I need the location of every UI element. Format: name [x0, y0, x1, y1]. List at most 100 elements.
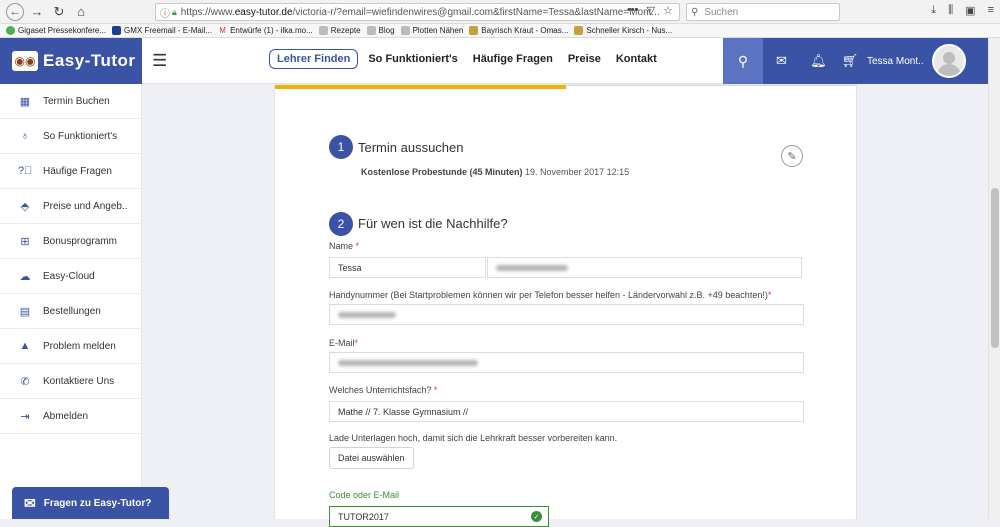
logout-icon: ⇥	[20, 410, 30, 423]
library-icon[interactable]: ⫼	[948, 4, 953, 17]
back-arrow-icon[interactable]: ←	[6, 2, 24, 21]
user-name[interactable]: Tessa Mont..	[867, 56, 924, 67]
lock-icon: 🔒︎	[172, 6, 177, 17]
page-icon	[469, 26, 479, 35]
url-prefix: https://www.	[180, 6, 235, 18]
bookmark-star-icon[interactable]: ☆	[663, 4, 673, 17]
sidebar-item-termin-buchen[interactable]: ▦ Termin Buchen	[0, 84, 141, 119]
name-label: Name *	[329, 241, 360, 251]
subject-input[interactable]: Mathe // 7. Klasse Gymnasium //	[329, 401, 804, 422]
url-rest: /victoria-r/?email=wiefindenwires@gmail.…	[292, 6, 660, 18]
receipt-icon: ▤	[19, 305, 31, 318]
logo[interactable]: ◉◉ Easy-Tutor	[0, 38, 142, 84]
nav-how-it-works[interactable]: So Funktioniert's	[368, 53, 457, 65]
sidebar-item-faq[interactable]: ?⃝ Häufige Fragen	[0, 154, 141, 189]
sidebar: ▦ Termin Buchen ♁ So Funktioniert's ?⃝ Häuf…	[0, 84, 142, 519]
edit-pencil-icon[interactable]: ✎	[781, 145, 803, 167]
bookmarks-bar: Gigaset Pressekonfere... GMX Freemail - …	[0, 24, 1000, 38]
appointment-summary: Kostenlose Probestunde (45 Minuten) 19. …	[361, 167, 630, 177]
gmail-icon: M	[218, 26, 228, 35]
nav-prices[interactable]: Preise	[568, 53, 601, 65]
url-host: easy-tutor.de	[234, 6, 293, 18]
header-actions: ⚲ ✉ 🔔︎ 🛒︎ Tessa Mont..	[723, 38, 1000, 84]
sidebar-toggle-icon[interactable]: ▣	[965, 4, 975, 17]
owl-logo-icon: ◉◉	[12, 51, 38, 71]
email-label: E-Mail*	[329, 338, 359, 348]
upload-label: Lade Unterlagen hoch, damit sich die Leh…	[329, 433, 618, 443]
whatsapp-icon: ✆	[20, 375, 30, 388]
find-tutor-button[interactable]: Lehrer Finden	[269, 49, 359, 69]
bookmark-item[interactable]: Gigaset Pressekonfere...	[6, 26, 106, 35]
bookmark-item[interactable]: Blog	[366, 26, 395, 35]
check-icon: ✓	[531, 511, 542, 522]
info-icon: ⓘ	[160, 8, 170, 20]
gigaset-icon	[6, 26, 15, 35]
step-number: 1	[329, 135, 353, 159]
sidebar-item-logout[interactable]: ⇥ Abmelden	[0, 399, 141, 434]
bookmark-item[interactable]: M Entwürfe (1) - ilka.mo...	[218, 26, 313, 35]
last-name-input[interactable]	[487, 257, 802, 278]
hamburger-menu-icon[interactable]: ☰	[152, 51, 167, 71]
folder-icon	[366, 26, 376, 35]
page-actions-icon[interactable]: •••	[627, 4, 639, 17]
folder-icon	[400, 26, 410, 35]
bookmark-item[interactable]: Bayrisch Kraut - Omas...	[469, 26, 568, 35]
scrollbar-thumb[interactable]	[991, 188, 999, 348]
sidebar-item-how-it-works[interactable]: ♁ So Funktioniert's	[0, 119, 141, 154]
lightbulb-icon: ♁	[20, 130, 30, 142]
url-bar[interactable]: ⓘ 🔒︎ https://www. easy-tutor.de/victoria-…	[155, 3, 680, 21]
avatar[interactable]	[932, 44, 966, 78]
code-input[interactable]: TUTOR2017 ✓	[329, 506, 549, 527]
gmx-icon	[112, 26, 122, 35]
first-name-input[interactable]: Tessa	[329, 257, 486, 278]
calendar-icon: ▦	[19, 95, 31, 108]
search-icon[interactable]: ⚲	[723, 38, 763, 84]
forward-arrow-icon[interactable]: →	[28, 3, 46, 21]
sidebar-item-bonus[interactable]: ⊞ Bonusprogramm	[0, 224, 141, 259]
envelope-icon[interactable]: ✉	[763, 53, 800, 69]
sidebar-item-contact[interactable]: ✆ Kontaktiere Uns	[0, 364, 141, 399]
tag-icon: ⬘	[20, 200, 30, 213]
email-field[interactable]	[329, 352, 804, 373]
home-icon[interactable]: ⌂	[72, 3, 90, 21]
step-number: 2	[329, 212, 353, 236]
nav-contact[interactable]: Kontakt	[616, 53, 657, 65]
bookmark-item[interactable]: GMX Freemail - E-Mail...	[112, 26, 212, 35]
reload-icon[interactable]: ↻	[50, 3, 68, 21]
page-icon	[574, 26, 584, 35]
cart-icon[interactable]: 🛒︎	[837, 53, 863, 69]
step-title: Für wen ist die Nachhilfe?	[358, 216, 508, 231]
search-icon: ⚲	[691, 6, 699, 18]
bookmark-item[interactable]: Rezepte	[318, 26, 361, 35]
menu-icon[interactable]: ≡	[988, 4, 994, 17]
code-label: Code oder E-Mail	[329, 490, 400, 500]
cloud-icon: ☁	[19, 270, 31, 283]
gift-icon: ⊞	[20, 235, 30, 248]
download-icon[interactable]: ⤓	[931, 4, 936, 17]
envelope-icon: ✉	[24, 494, 36, 511]
sidebar-item-orders[interactable]: ▤ Bestellungen	[0, 294, 141, 329]
sidebar-item-report-problem[interactable]: ▲ Problem melden	[0, 329, 141, 364]
step-title: Termin aussuchen	[358, 140, 464, 155]
sidebar-item-prices[interactable]: ⬘ Preise und Angeb..	[0, 189, 141, 224]
pocket-icon[interactable]: ▽	[647, 4, 655, 17]
choose-file-button[interactable]: Datei auswählen	[329, 447, 414, 469]
nav-faq[interactable]: Häufige Fragen	[473, 53, 553, 65]
browser-toolbar: ← → ↻ ⌂ ⓘ 🔒︎ https://www. easy-tutor.de/v…	[0, 0, 1000, 24]
phone-input[interactable]	[329, 304, 804, 325]
question-icon: ?⃝	[18, 165, 33, 177]
bell-icon[interactable]: 🔔︎	[800, 53, 837, 69]
subject-label: Welches Unterrichtsfach? *	[329, 385, 438, 395]
booking-form-card: 1 Termin aussuchen Kostenlose Probestund…	[274, 84, 857, 527]
folder-icon	[318, 26, 328, 35]
bookmark-item[interactable]: Plotten Nähen	[400, 26, 463, 35]
browser-search-input[interactable]: ⚲ Suchen	[686, 3, 840, 21]
page-scrollbar[interactable]	[988, 38, 1000, 519]
bookmark-item[interactable]: Schneller Kirsch - Nus...	[574, 26, 672, 35]
sidebar-item-cloud[interactable]: ☁ Easy-Cloud	[0, 259, 141, 294]
phone-label: Handynummer (Bei Startproblemen können w…	[329, 290, 772, 300]
progress-bar	[275, 85, 566, 89]
logo-text: Easy-Tutor	[43, 51, 136, 70]
help-chat-button[interactable]: ✉ Fragen zu Easy-Tutor?	[12, 487, 169, 519]
app-header: ◉◉ Easy-Tutor ☰ Lehrer Finden So Funktio…	[0, 38, 1000, 84]
